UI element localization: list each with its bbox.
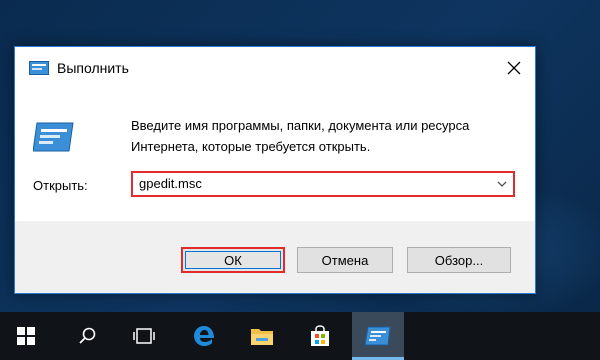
open-label: Открыть: xyxy=(33,178,88,193)
ok-button[interactable]: ОК xyxy=(181,247,285,273)
run-program-icon xyxy=(33,122,74,152)
windows-start-icon xyxy=(17,327,35,345)
task-view-button[interactable] xyxy=(118,312,170,360)
task-view-icon xyxy=(133,328,155,344)
dialog-title: Выполнить xyxy=(57,60,129,76)
store-icon xyxy=(311,325,329,346)
run-taskbar-button[interactable] xyxy=(352,312,404,360)
browse-button[interactable]: Обзор... xyxy=(407,247,511,273)
browse-button-label: Обзор... xyxy=(434,252,484,268)
search-button[interactable] xyxy=(62,312,114,360)
explorer-taskbar-button[interactable] xyxy=(236,312,288,360)
search-icon xyxy=(79,327,96,344)
title-bar[interactable]: Выполнить xyxy=(15,47,535,91)
dialog-description: Введите имя программы, папки, документа … xyxy=(131,118,470,154)
cancel-button-label: Отмена xyxy=(321,252,369,268)
cancel-button[interactable]: Отмена xyxy=(297,247,393,273)
open-combobox[interactable]: gpedit.msc xyxy=(131,171,515,197)
edge-taskbar-button[interactable] xyxy=(178,312,230,360)
start-button[interactable] xyxy=(0,312,52,360)
taskbar xyxy=(0,312,600,360)
store-taskbar-button[interactable] xyxy=(294,312,346,360)
file-explorer-icon xyxy=(251,329,273,345)
open-input-value[interactable]: gpedit.msc xyxy=(139,176,202,191)
chevron-down-icon[interactable] xyxy=(495,177,509,191)
ok-button-label: ОК xyxy=(224,252,242,268)
close-button[interactable] xyxy=(499,53,529,83)
close-icon xyxy=(507,61,521,75)
run-dialog: Выполнить Введите имя программы, папки, … xyxy=(14,46,536,294)
run-dialog-icon xyxy=(365,326,391,346)
run-app-icon xyxy=(29,61,49,75)
edge-browser-icon xyxy=(194,326,214,346)
dialog-footer: ОК Отмена Обзор... xyxy=(15,221,535,293)
